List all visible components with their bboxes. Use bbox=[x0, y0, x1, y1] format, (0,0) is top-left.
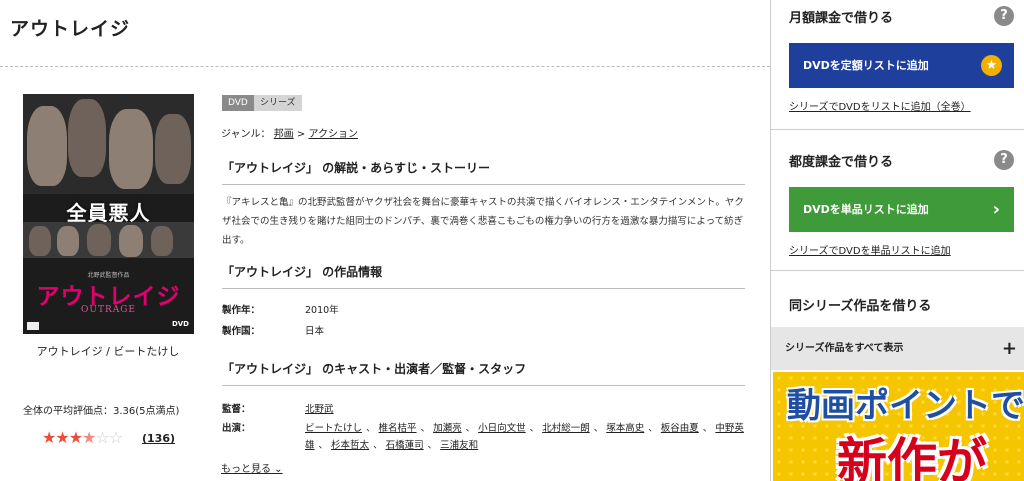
star-icon: ★ bbox=[55, 428, 69, 447]
help-icon[interactable]: ? bbox=[994, 6, 1014, 26]
production-country-row: 製作国： 日本 bbox=[222, 323, 324, 337]
format-tag-dvd: DVD bbox=[222, 95, 254, 111]
synopsis-heading: 「アウトレイジ」 の解説・あらすじ・ストーリー bbox=[222, 159, 745, 185]
add-to-monthly-list-button[interactable]: DVDを定額リストに追加 ★ bbox=[789, 43, 1014, 88]
synopsis-text: 『アキレスと亀』の北野武監督がヤクザ社会を舞台に豪華キャストの共演で描くバイオレ… bbox=[222, 197, 744, 246]
banner-subheadline: 新作が bbox=[837, 433, 987, 481]
cast-member-link[interactable]: 石橋蓮司 bbox=[386, 440, 424, 451]
single-rental-heading: 都度課金で借りる bbox=[789, 155, 894, 170]
cover-title-logo-en: OUTRAGE bbox=[80, 305, 136, 315]
title-divider bbox=[0, 66, 770, 67]
star-icon: ☆ bbox=[95, 428, 109, 447]
add-to-monthly-list-label: DVDを定額リストに追加 bbox=[803, 59, 929, 72]
format-tag-series: シリーズ bbox=[254, 95, 302, 111]
star-icon: ☆ bbox=[108, 428, 123, 447]
cast-member-link[interactable]: 椎名桔平 bbox=[379, 423, 417, 434]
cover-dvd-mark: DVD bbox=[171, 320, 189, 328]
star-icon: ★ bbox=[82, 428, 96, 447]
genre-breadcrumb: ジャンル： 邦画 > アクション bbox=[221, 125, 358, 140]
cover-faces-row-lower bbox=[23, 222, 194, 258]
page-title: アウトレイジ bbox=[10, 18, 131, 40]
banner-headline: 動画ポイントで bbox=[787, 386, 1024, 426]
cast-row: 出演： ビートたけし、 椎名桔平、 加瀬亮、 小日向文世、 北村総一朗、 塚本高… bbox=[222, 420, 745, 456]
chevron-right-icon: › bbox=[992, 199, 1000, 220]
add-to-single-list-label: DVDを単品リストに追加 bbox=[803, 203, 929, 216]
rental-sidebar: 月額課金で借りる ? DVDを定額リストに追加 ★ シリーズでDVDをリストに追… bbox=[770, 0, 1024, 481]
add-to-single-list-button[interactable]: DVDを単品リストに追加 › bbox=[789, 187, 1014, 232]
plus-icon: + bbox=[1001, 338, 1017, 359]
show-more-link[interactable]: もっと見る ⌄ bbox=[221, 460, 283, 475]
work-info-heading: 「アウトレイジ」 の作品情報 bbox=[222, 263, 745, 289]
cast-member-link[interactable]: 杉本哲太 bbox=[331, 440, 369, 451]
series-rental-heading: 同シリーズ作品を借りる bbox=[789, 299, 932, 314]
sidebar-divider bbox=[771, 270, 1024, 271]
cast-member-link[interactable]: 小日向文世 bbox=[478, 423, 526, 434]
director-row: 監督： 北野武 bbox=[222, 401, 745, 417]
star-icon: ★ bbox=[68, 428, 83, 447]
cast-label: 出演： bbox=[222, 423, 251, 434]
promo-banner[interactable]: 動画ポイントで 新作が bbox=[773, 372, 1024, 481]
cast-member-link[interactable]: 加瀬亮 bbox=[433, 423, 462, 434]
average-rating-label: 全体の平均評価点：3.36(5点満点) bbox=[23, 406, 180, 417]
director-link[interactable]: 北野武 bbox=[305, 404, 334, 415]
cast-member-link[interactable]: 北村総一朗 bbox=[542, 423, 590, 434]
cast-member-link[interactable]: 板谷由夏 bbox=[661, 423, 699, 434]
genre-separator: > bbox=[296, 129, 306, 140]
cover-faces-row bbox=[23, 94, 194, 194]
add-series-to-list-link[interactable]: シリーズでDVDをリストに追加（全巻） bbox=[789, 98, 971, 113]
monthly-rental-heading: 月額課金で借りる bbox=[789, 11, 894, 26]
cast-member-link[interactable]: 塚本高史 bbox=[606, 423, 644, 434]
star-icon: ★ bbox=[981, 55, 1002, 76]
cover-rating-badge bbox=[27, 322, 39, 330]
cover-caption: アウトレイジ / ビートたけし bbox=[36, 345, 180, 358]
production-year-value: 2010年 bbox=[305, 305, 339, 316]
cast-member-link[interactable]: ビートたけし bbox=[305, 423, 362, 434]
genre-label: ジャンル： bbox=[221, 129, 271, 140]
review-count-link[interactable]: (136) bbox=[142, 432, 175, 445]
genre-link-main[interactable]: 邦画 bbox=[274, 129, 294, 140]
help-icon[interactable]: ? bbox=[994, 150, 1014, 170]
cast-member-link[interactable]: 三浦友和 bbox=[440, 440, 478, 451]
director-label: 監督： bbox=[222, 404, 251, 415]
cast-heading: 「アウトレイジ」 のキャスト・出演者／監督・スタッフ bbox=[222, 360, 745, 386]
genre-link-sub[interactable]: アクション bbox=[308, 129, 358, 140]
production-year-label: 製作年： bbox=[222, 305, 261, 316]
production-country-label: 製作国： bbox=[222, 326, 261, 337]
show-all-series-label: シリーズ作品をすべて表示 bbox=[785, 343, 904, 354]
add-series-to-single-list-link[interactable]: シリーズでDVDを単品リストに追加 bbox=[789, 242, 951, 257]
production-year-row: 製作年： 2010年 bbox=[222, 302, 339, 316]
rating-stars: ★★★★☆☆ bbox=[42, 428, 123, 447]
show-all-series-bar[interactable]: シリーズ作品をすべて表示 + bbox=[771, 327, 1024, 370]
dvd-cover-image[interactable]: 全員悪人 北野武監督作品 アウトレイジ OUTRAGE DVD bbox=[23, 94, 194, 334]
sidebar-divider bbox=[771, 129, 1024, 130]
star-icon: ★ bbox=[42, 428, 56, 447]
production-country-value: 日本 bbox=[305, 326, 325, 337]
